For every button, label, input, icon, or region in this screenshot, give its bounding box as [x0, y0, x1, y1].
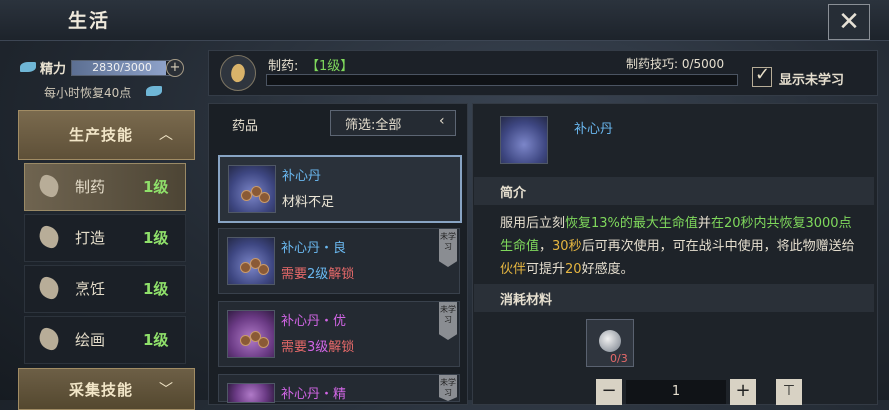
recipe-item[interactable]: 补心丹・优 需要3级解锁 未学习	[218, 301, 460, 367]
skill-name: 制药	[75, 178, 106, 196]
show-unlearned-label[interactable]: 显示未学习	[779, 69, 844, 88]
cooking-icon	[36, 275, 62, 301]
filter-dropdown[interactable]: 筛选:全部 ‹	[330, 110, 456, 136]
stamina-regen-text: 每小时恢复40点	[44, 86, 132, 100]
top-bar	[0, 0, 889, 41]
sidebar-item-cooking[interactable]: 烹饪 1级	[24, 265, 186, 313]
filter-label: 筛选:全部	[345, 118, 402, 133]
chevron-up-icon: ︿	[159, 127, 173, 143]
check-icon: ✓	[755, 64, 771, 85]
skill-name: 绘画	[75, 331, 106, 349]
craft-label: 制药:	[268, 59, 299, 74]
recipe-name: 补心丹・优	[281, 314, 347, 329]
stamina-icon	[20, 62, 36, 72]
recipe-name: 补心丹・良	[281, 241, 347, 256]
recipe-item[interactable]: 补心丹・精 未学习	[218, 374, 460, 403]
unlearned-tag: 未学习	[439, 302, 457, 340]
list-title: 药品	[232, 119, 259, 134]
recipe-name: 补心丹・精	[281, 387, 347, 402]
gem-icon	[146, 86, 162, 96]
painting-icon	[36, 326, 62, 352]
recipe-status: 材料不足	[282, 195, 335, 210]
chevron-down-icon: ﹀	[159, 382, 173, 398]
close-icon: ✕	[838, 7, 860, 37]
material-count: 0/3	[610, 352, 628, 365]
pill-icon	[228, 165, 276, 213]
production-skills-label: 生产技能	[69, 126, 134, 144]
item-description: 服用后立刻恢复13%的最大生命值并在20秒内共恢复3000点生命值，30秒后可再…	[500, 216, 855, 277]
skill-level: 1级	[143, 280, 169, 298]
skill-level: 1级	[143, 229, 169, 247]
quantity-max-button[interactable]: ⊤	[776, 379, 802, 405]
detail-name: 补心丹	[574, 122, 614, 137]
skill-name: 烹饪	[75, 280, 106, 298]
production-skills-header[interactable]: 生产技能 ︿	[18, 110, 195, 160]
add-stamina-button[interactable]: +	[166, 59, 184, 77]
page-title: 生活	[68, 10, 111, 32]
chevron-left-icon: ‹	[439, 113, 445, 129]
sidebar-item-forging[interactable]: 打造 1级	[24, 214, 186, 262]
show-unlearned-checkbox[interactable]: ✓	[752, 64, 772, 87]
pharmacy-icon	[36, 173, 62, 199]
unlearned-tag: 未学习	[439, 229, 457, 267]
skill-name: 打造	[75, 229, 106, 247]
stamina-label: 精力	[40, 62, 67, 77]
skill-level: 1级	[143, 331, 169, 349]
quantity-minus-button[interactable]: −	[596, 379, 622, 405]
stamina-bar: 2830/3000	[71, 60, 173, 76]
unlearned-tag: 未学习	[439, 375, 457, 401]
skill-exp-bar	[266, 74, 738, 86]
pill-icon	[227, 383, 275, 403]
pill-icon	[500, 116, 548, 164]
craft-level: 【1级】	[306, 59, 354, 74]
intro-header: 简介	[474, 177, 874, 205]
recipe-requirement: 需要3级解锁	[281, 340, 355, 355]
close-button[interactable]: ✕	[828, 4, 870, 40]
quantity-plus-button[interactable]: +	[730, 379, 756, 405]
recipe-item[interactable]: 补心丹 材料不足	[218, 155, 462, 223]
sidebar-item-pharmacy[interactable]: 制药 1级	[24, 163, 186, 211]
materials-header: 消耗材料	[474, 284, 874, 312]
skill-level: 1级	[143, 178, 169, 196]
stamina-value: 2830/3000	[92, 61, 152, 74]
recipe-item[interactable]: 补心丹・良 需要2级解锁 未学习	[218, 228, 460, 294]
pill-icon	[227, 310, 275, 358]
pill-icon	[227, 237, 275, 285]
gathering-skills-label: 采集技能	[69, 381, 134, 399]
recipe-name: 补心丹	[282, 169, 322, 184]
gathering-skills-header[interactable]: 采集技能 ﹀	[18, 368, 195, 410]
skill-progress-label: 制药技巧: 0/5000	[626, 57, 725, 71]
recipe-requirement: 需要2级解锁	[281, 267, 355, 282]
quantity-field[interactable]: 1	[626, 380, 726, 404]
material-icon	[599, 330, 621, 352]
forging-icon	[36, 224, 62, 250]
pharmacy-badge-icon	[220, 55, 256, 91]
sidebar-item-painting[interactable]: 绘画 1级	[24, 316, 186, 364]
